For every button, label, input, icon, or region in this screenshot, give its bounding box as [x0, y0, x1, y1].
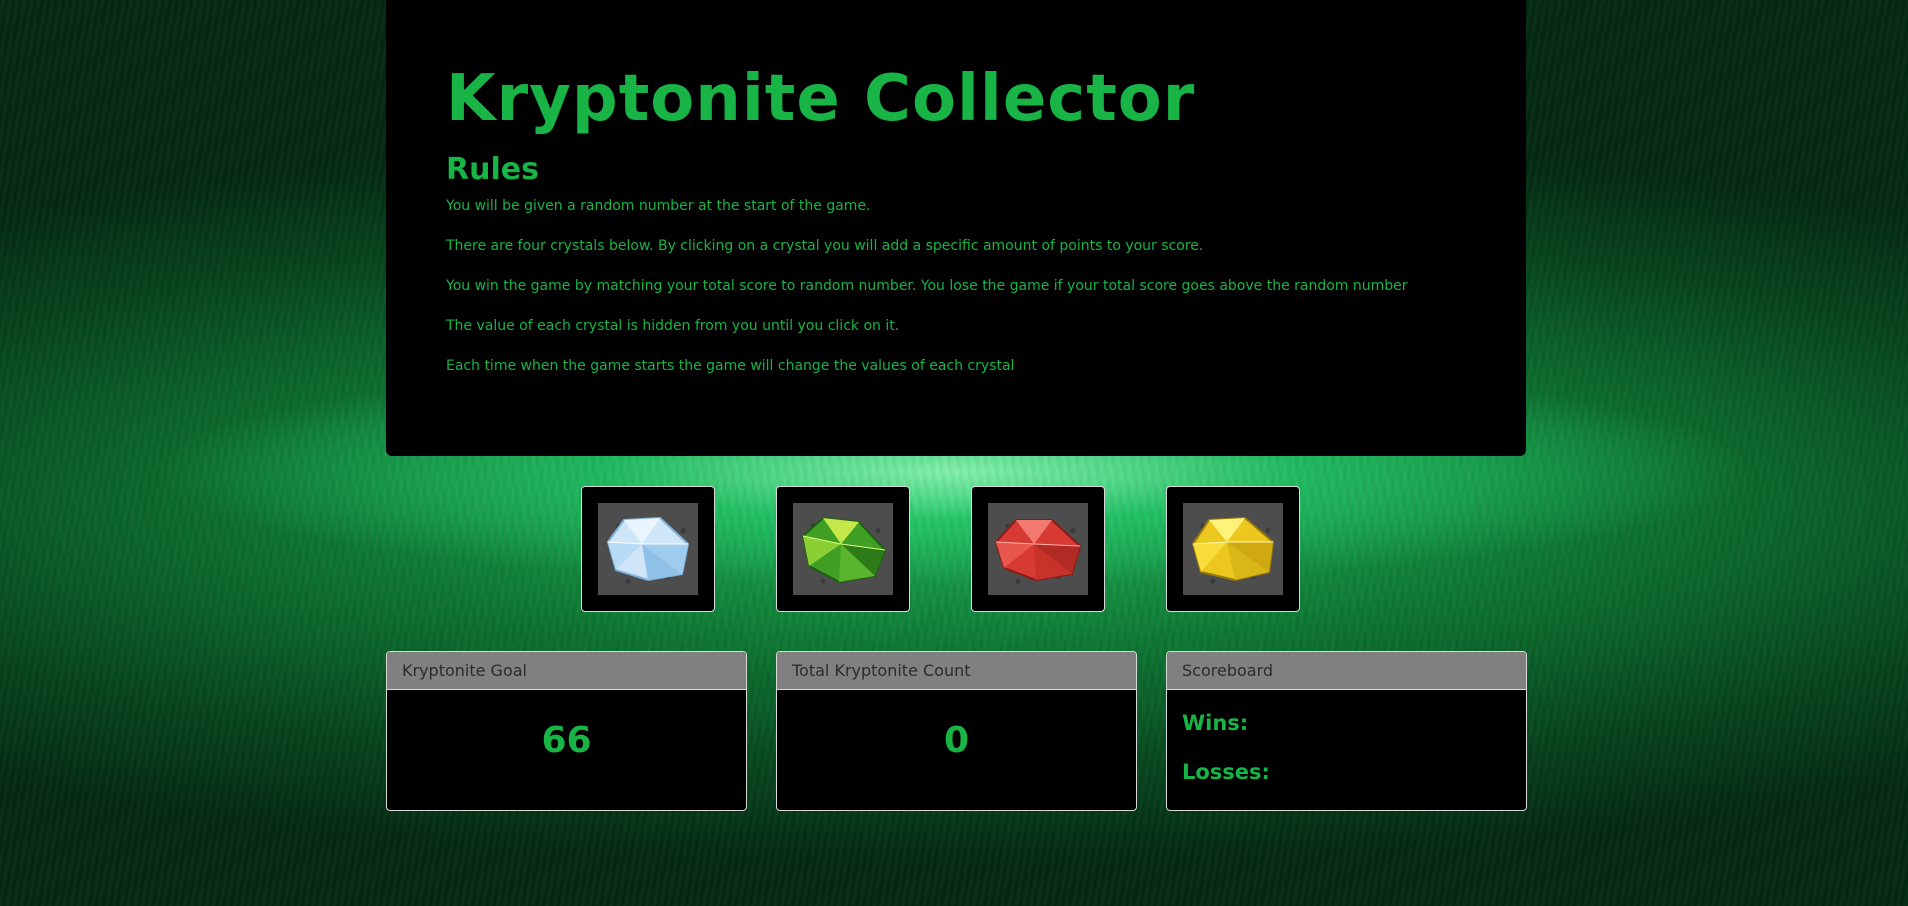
crystal-image — [793, 503, 893, 595]
card-header: Scoreboard — [1167, 652, 1526, 690]
crystal-button-red[interactable] — [971, 486, 1105, 612]
crystal-image — [598, 503, 698, 595]
rule-text: You will be given a random number at the… — [446, 198, 871, 214]
crystal-button-green[interactable] — [776, 486, 910, 612]
crystal-button-yellow[interactable] — [1166, 486, 1300, 612]
rule-text: Each time when the game starts the game … — [446, 358, 1015, 374]
crystal-image — [988, 503, 1088, 595]
kryptonite-goal-card: Kryptonite Goal 66 — [386, 651, 747, 811]
yellow-crystal-icon — [1191, 516, 1275, 582]
rule-text: The value of each crystal is hidden from… — [446, 318, 900, 334]
rule-text: You win the game by matching your total … — [446, 278, 1408, 294]
rules-heading: Rules — [446, 152, 539, 187]
blue-crystal-icon — [606, 516, 690, 582]
card-header: Total Kryptonite Count — [777, 652, 1136, 690]
total-count-card: Total Kryptonite Count 0 — [776, 651, 1137, 811]
scoreboard-card: Scoreboard Wins: Losses: — [1166, 651, 1527, 811]
goal-number: 66 — [541, 720, 592, 761]
rules-panel: Kryptonite Collector Rules You will be g… — [386, 0, 1526, 456]
losses-row: Losses: — [1182, 759, 1511, 785]
red-crystal-icon — [994, 519, 1082, 582]
rule-text: There are four crystals below. By clicki… — [446, 238, 1204, 254]
green-crystal-icon — [801, 516, 887, 584]
crystal-button-blue[interactable] — [581, 486, 715, 612]
wins-label: Wins: — [1182, 711, 1249, 735]
total-count-number: 0 — [943, 720, 970, 761]
wins-row: Wins: — [1182, 710, 1511, 736]
crystal-image — [1183, 503, 1283, 595]
game-title: Kryptonite Collector — [446, 62, 1196, 136]
card-header: Kryptonite Goal — [387, 652, 746, 690]
losses-label: Losses: — [1182, 760, 1270, 784]
